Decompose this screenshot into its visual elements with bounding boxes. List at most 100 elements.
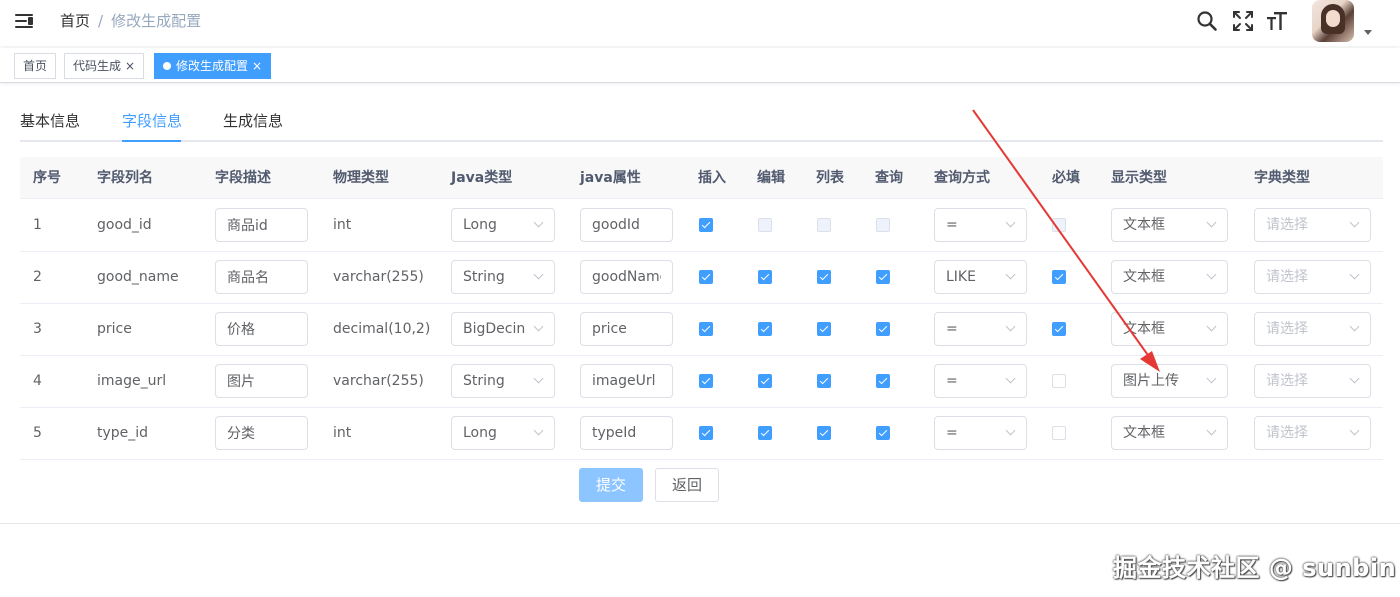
- insert-checkbox[interactable]: [699, 426, 713, 440]
- insert-checkbox[interactable]: [699, 218, 713, 232]
- tag-code-gen[interactable]: 代码生成 ×: [64, 53, 145, 79]
- display-type-select[interactable]: 图片上传: [1111, 364, 1228, 398]
- watermark: 掘金技术社区 @ sunbin: [1113, 554, 1397, 582]
- java-type-select[interactable]: String: [451, 364, 555, 398]
- edit-checkbox[interactable]: [758, 426, 772, 440]
- select-value: =: [946, 425, 958, 441]
- hamburger-menu-icon[interactable]: [15, 12, 35, 30]
- list-checkbox[interactable]: [817, 374, 831, 388]
- col-header: 物理类型: [333, 170, 389, 186]
- query-type-select[interactable]: =: [934, 364, 1027, 398]
- query-checkbox[interactable]: [876, 374, 890, 388]
- field-desc-input[interactable]: [215, 416, 308, 450]
- java-type-select[interactable]: Long: [451, 208, 555, 242]
- display-type-select[interactable]: 文本框: [1111, 208, 1228, 242]
- close-icon[interactable]: ×: [125, 54, 135, 78]
- tab-basic-info[interactable]: 基本信息: [20, 100, 80, 142]
- java-field-input[interactable]: [580, 208, 673, 242]
- col-header: 查询方式: [934, 170, 990, 186]
- divider: [0, 523, 1400, 524]
- back-button[interactable]: 返回: [655, 468, 719, 502]
- user-avatar[interactable]: [1312, 0, 1354, 42]
- submit-button[interactable]: 提交: [579, 468, 643, 502]
- query-checkbox[interactable]: [876, 270, 890, 284]
- query-checkbox[interactable]: [876, 426, 890, 440]
- fullscreen-icon[interactable]: [1232, 10, 1254, 32]
- tab-field-info[interactable]: 字段信息: [122, 100, 182, 142]
- insert-checkbox[interactable]: [699, 322, 713, 336]
- dict-type-select[interactable]: 请选择: [1254, 260, 1371, 294]
- chevron-down-icon: [1349, 217, 1360, 228]
- tags-view: 首页 代码生成 × 修改生成配置 ×: [0, 48, 1400, 83]
- required-checkbox[interactable]: [1052, 322, 1066, 336]
- display-type-select[interactable]: 文本框: [1111, 312, 1228, 346]
- query-type-select[interactable]: =: [934, 416, 1027, 450]
- breadcrumb-separator: /: [98, 12, 104, 30]
- chevron-down-icon: [1005, 217, 1016, 228]
- physical-type: varchar(255): [333, 373, 424, 389]
- dict-type-select[interactable]: 请选择: [1254, 416, 1371, 450]
- table-row: 2 good_name varchar(255) String LIKE 文本框 请选择: [20, 252, 1383, 304]
- row-index: 5: [33, 425, 42, 441]
- col-header: 列表: [816, 170, 844, 186]
- close-icon[interactable]: ×: [252, 54, 262, 78]
- query-checkbox[interactable]: [876, 322, 890, 336]
- field-desc-input[interactable]: [215, 208, 308, 242]
- insert-checkbox[interactable]: [699, 374, 713, 388]
- edit-checkbox[interactable]: [758, 218, 772, 232]
- dict-type-select[interactable]: 请选择: [1254, 208, 1371, 242]
- dict-type-select[interactable]: 请选择: [1254, 312, 1371, 346]
- column-name: price: [97, 321, 132, 337]
- physical-type: varchar(255): [333, 269, 424, 285]
- required-checkbox[interactable]: [1052, 270, 1066, 284]
- java-type-select[interactable]: String: [451, 260, 555, 294]
- list-checkbox[interactable]: [817, 270, 831, 284]
- tag-home[interactable]: 首页: [14, 53, 57, 79]
- required-checkbox[interactable]: [1052, 426, 1066, 440]
- field-desc-input[interactable]: [215, 364, 308, 398]
- active-dot-icon: [163, 62, 171, 70]
- select-value: 文本框: [1123, 425, 1165, 441]
- chevron-down-icon: [1005, 321, 1016, 332]
- edit-checkbox[interactable]: [758, 374, 772, 388]
- display-type-select[interactable]: 文本框: [1111, 416, 1228, 450]
- edit-checkbox[interactable]: [758, 322, 772, 336]
- select-value: 图片上传: [1123, 373, 1179, 389]
- display-type-select[interactable]: 文本框: [1111, 260, 1228, 294]
- java-field-input[interactable]: [580, 416, 673, 450]
- list-checkbox[interactable]: [817, 218, 831, 232]
- field-desc-input[interactable]: [215, 312, 308, 346]
- java-type-select[interactable]: BigDecin: [451, 312, 555, 346]
- config-tabs: 基本信息 字段信息 生成信息: [20, 100, 1383, 142]
- edit-checkbox[interactable]: [758, 270, 772, 284]
- list-checkbox[interactable]: [817, 322, 831, 336]
- query-type-select[interactable]: =: [934, 208, 1027, 242]
- breadcrumb-home[interactable]: 首页: [60, 12, 90, 30]
- dict-type-select[interactable]: 请选择: [1254, 364, 1371, 398]
- caret-down-icon[interactable]: [1364, 30, 1372, 35]
- insert-checkbox[interactable]: [699, 270, 713, 284]
- required-checkbox[interactable]: [1052, 374, 1066, 388]
- required-checkbox[interactable]: [1052, 218, 1066, 232]
- query-type-select[interactable]: LIKE: [934, 260, 1027, 294]
- tag-label: 代码生成: [73, 59, 122, 73]
- java-field-input[interactable]: [580, 364, 673, 398]
- tag-edit-gen-config[interactable]: 修改生成配置 ×: [154, 53, 272, 79]
- java-type-select[interactable]: Long: [451, 416, 555, 450]
- java-field-input[interactable]: [580, 260, 673, 294]
- physical-type: int: [333, 217, 352, 233]
- list-checkbox[interactable]: [817, 426, 831, 440]
- search-icon[interactable]: [1196, 10, 1218, 32]
- table-row: 4 image_url varchar(255) String = 图片上传 请选择: [20, 356, 1383, 408]
- active-tab-indicator: [122, 140, 181, 142]
- col-header: 必填: [1052, 170, 1080, 186]
- select-placeholder: 请选择: [1266, 425, 1308, 441]
- font-size-icon[interactable]: [1266, 10, 1288, 32]
- query-checkbox[interactable]: [876, 218, 890, 232]
- select-value: 文本框: [1123, 321, 1165, 337]
- query-type-select[interactable]: =: [934, 312, 1027, 346]
- tag-label: 修改生成配置: [176, 59, 249, 73]
- java-field-input[interactable]: [580, 312, 673, 346]
- tab-gen-info[interactable]: 生成信息: [223, 100, 283, 142]
- field-desc-input[interactable]: [215, 260, 308, 294]
